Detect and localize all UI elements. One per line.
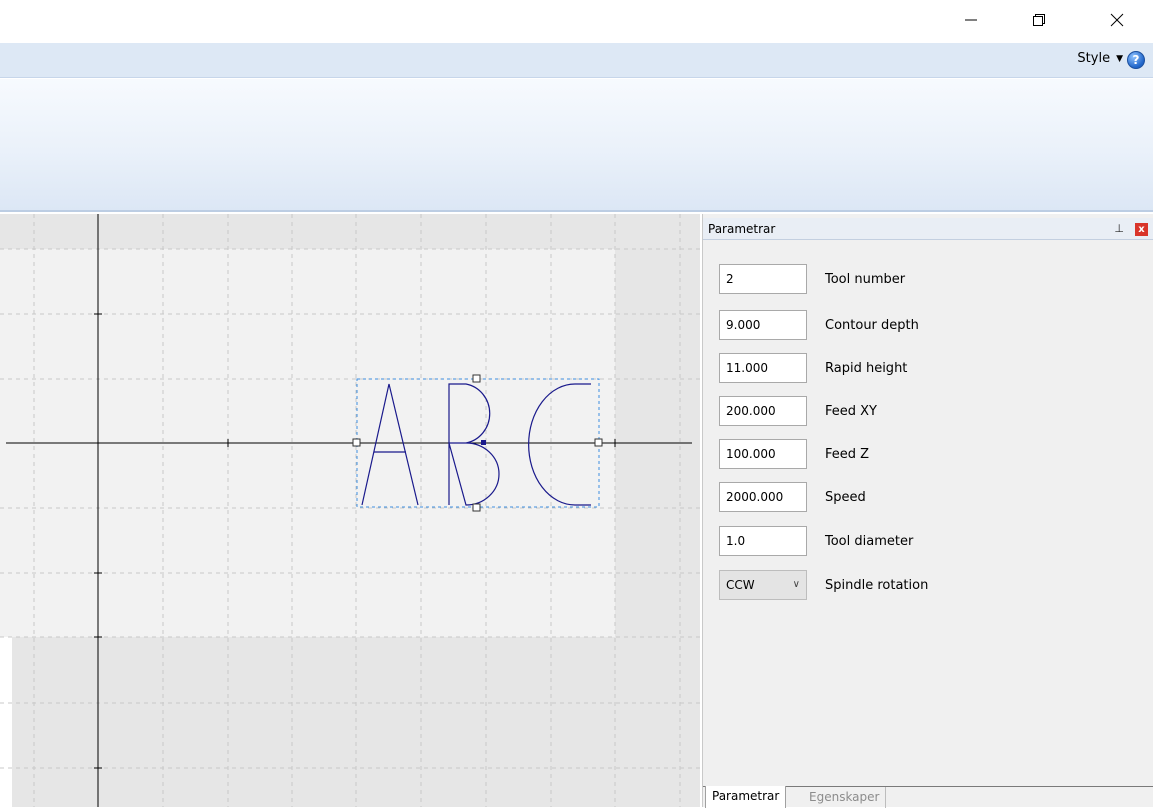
drawing-canvas[interactable]: [0, 214, 700, 807]
param-row-tool-number: 2 Tool number: [719, 264, 1139, 294]
param-row-tool-diameter: 1.0 Tool diameter: [719, 526, 1139, 556]
rapid-height-input[interactable]: 11.000: [719, 353, 807, 383]
feed-xy-label: Feed XY: [825, 404, 877, 419]
contour-depth-input[interactable]: 9.000: [719, 310, 807, 340]
style-menu[interactable]: Style ▼: [1077, 51, 1123, 66]
param-row-feed-z: 100.000 Feed Z: [719, 439, 1139, 469]
speed-input[interactable]: 2000.000: [719, 482, 807, 512]
minimize-button[interactable]: [951, 6, 991, 34]
feed-z-label: Feed Z: [825, 447, 870, 462]
close-icon: [1110, 13, 1124, 27]
restore-button[interactable]: [1019, 6, 1059, 34]
rapid-height-label: Rapid height: [825, 361, 908, 376]
spindle-rotation-select[interactable]: CCW ∨: [719, 570, 807, 600]
tool-diameter-input[interactable]: 1.0: [719, 526, 807, 556]
panel-close-icon[interactable]: x: [1135, 223, 1148, 236]
param-row-speed: 2000.000 Speed: [719, 482, 1139, 512]
feed-xy-input[interactable]: 200.000: [719, 396, 807, 426]
chevron-down-icon: ▼: [1116, 53, 1123, 64]
pin-icon[interactable]: ⊥: [1114, 222, 1124, 235]
parameters-panel: Parametrar ⊥ x 2 Tool number 9.000 Conto…: [702, 214, 1153, 808]
panel-title: Parametrar: [708, 222, 776, 236]
title-bar: [0, 0, 1153, 43]
tab-parametrar[interactable]: Parametrar: [705, 786, 787, 808]
minimize-icon: [965, 19, 977, 21]
help-icon[interactable]: ?: [1127, 51, 1145, 69]
param-row-spindle-rotation: CCW ∨ Spindle rotation: [719, 570, 1139, 600]
feed-z-input[interactable]: 100.000: [719, 439, 807, 469]
panel-tabs: Parametrar Egenskaper: [703, 786, 1153, 808]
selection-handle[interactable]: [472, 374, 481, 383]
chevron-down-icon: ∨: [792, 579, 800, 590]
param-row-feed-xy: 200.000 Feed XY: [719, 396, 1139, 426]
ribbon-body: [0, 79, 1153, 212]
tool-number-label: Tool number: [825, 272, 906, 287]
style-menu-label: Style: [1077, 51, 1111, 66]
selection-handle[interactable]: [594, 438, 603, 447]
spindle-rotation-value: CCW: [726, 578, 755, 592]
tab-egenskaper[interactable]: Egenskaper: [803, 787, 887, 808]
panel-header: Parametrar ⊥ x: [703, 218, 1153, 240]
selection-handle[interactable]: [352, 438, 361, 447]
contour-depth-label: Contour depth: [825, 318, 919, 333]
tool-diameter-label: Tool diameter: [825, 534, 914, 549]
tool-number-input[interactable]: 2: [719, 264, 807, 294]
param-row-contour-depth: 9.000 Contour depth: [719, 310, 1139, 340]
speed-label: Speed: [825, 490, 866, 505]
work-area-edge: [0, 637, 12, 807]
close-window-button[interactable]: [1097, 6, 1137, 34]
selection-center: [481, 440, 486, 445]
ribbon-header: Style ▼ ?: [0, 43, 1153, 78]
param-row-rapid-height: 11.000 Rapid height: [719, 353, 1139, 383]
restore-icon: [1033, 14, 1045, 26]
selection-handle[interactable]: [472, 503, 481, 512]
canvas-drawing: [0, 214, 700, 807]
spindle-rotation-label: Spindle rotation: [825, 578, 929, 593]
